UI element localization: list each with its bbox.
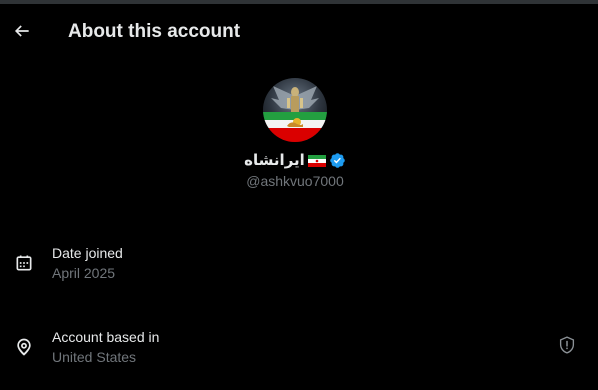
page-title: About this account [68, 21, 241, 42]
date-joined-label: Date joined [52, 245, 123, 261]
account-based-in-value: United States [52, 349, 137, 365]
arrow-left-icon [14, 25, 29, 37]
back-button[interactable] [11, 20, 33, 42]
date-joined-row: Date joined April 2025 [0, 245, 598, 289]
account-based-in-row: Account based in United States [0, 329, 598, 373]
avatar[interactable] [263, 78, 327, 142]
account-based-in-label: Account based in [52, 329, 160, 345]
profile-handle: @ashkvuo7000 [246, 173, 344, 189]
calendar-icon [13, 252, 35, 274]
window-top-border [0, 0, 598, 4]
shield-info-icon[interactable] [557, 335, 577, 355]
display-name-row: ایرانشاه [0, 149, 590, 171]
location-pin-icon [13, 336, 35, 358]
date-joined-value: April 2025 [52, 265, 116, 281]
verified-badge-icon[interactable] [329, 152, 346, 169]
display-name: ایرانشاه [244, 151, 305, 169]
iran-flag-icon [307, 154, 326, 167]
